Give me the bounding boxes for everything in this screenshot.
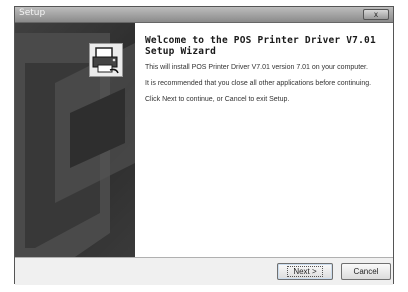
welcome-heading: Welcome to the POS Printer Driver V7.01 … xyxy=(145,35,385,57)
recommendation-text: It is recommended that you close all oth… xyxy=(145,80,372,87)
next-button-label: Next > xyxy=(287,266,323,277)
wizard-content: Welcome to the POS Printer Driver V7.01 … xyxy=(15,23,393,257)
cancel-button[interactable]: Cancel xyxy=(341,263,391,280)
welcome-text: Welcome to the POS Printer Driver V7.01 … xyxy=(145,35,385,111)
button-bar: Next > Cancel xyxy=(15,257,393,285)
title-bar[interactable]: Setup x xyxy=(15,7,393,23)
close-button[interactable]: x xyxy=(363,9,389,20)
instruction-text: Click Next to continue, or Cancel to exi… xyxy=(145,96,290,103)
setup-window: Setup x Welcome to the POS Printer Drive… xyxy=(14,6,394,285)
welcome-heading-line1: Welcome to the POS Printer Driver V7.01 xyxy=(145,35,376,46)
printer-setup-icon xyxy=(89,43,123,77)
next-button[interactable]: Next > xyxy=(277,263,333,280)
welcome-heading-line2: Setup Wizard xyxy=(145,46,217,57)
close-icon: x xyxy=(374,10,378,19)
wizard-banner xyxy=(15,23,135,257)
window-title: Setup xyxy=(19,8,46,18)
install-info-text: This will install POS Printer Driver V7.… xyxy=(145,64,368,71)
